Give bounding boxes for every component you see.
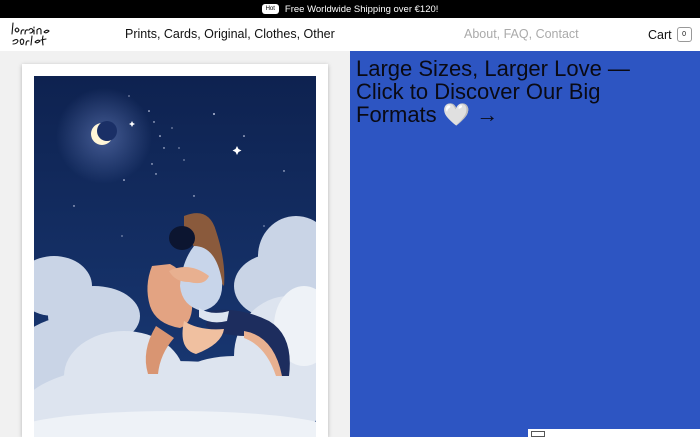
big-formats-promo-panel[interactable]: Large Sizes, Larger Love — Click to Disc…	[350, 51, 700, 437]
cart-button[interactable]: Cart 0	[648, 27, 692, 42]
image-thumbnail-icon	[531, 431, 545, 437]
hot-badge: Hot	[261, 4, 279, 14]
shipping-message: Free Worldwide Shipping over €120!	[284, 3, 439, 15]
floating-thumbnail[interactable]	[528, 429, 700, 437]
print-frame[interactable]	[22, 64, 328, 437]
big-formats-promo-link[interactable]: Large Sizes, Larger Love — Click to Disc…	[356, 57, 656, 126]
cart-count-badge: 0	[676, 27, 692, 42]
main-navigation[interactable]: Prints, Cards, Original, Clothes, Other	[125, 27, 335, 41]
artwork-lovers-in-clouds	[34, 76, 316, 437]
cart-label: Cart	[648, 27, 672, 42]
announcement-bar: Hot Free Worldwide Shipping over €120!	[0, 0, 700, 18]
product-feature-panel	[0, 51, 350, 437]
brand-logo[interactable]	[10, 21, 62, 49]
info-navigation[interactable]: About, FAQ, Contact	[464, 27, 579, 41]
site-header: Prints, Cards, Original, Clothes, Other …	[0, 18, 700, 51]
